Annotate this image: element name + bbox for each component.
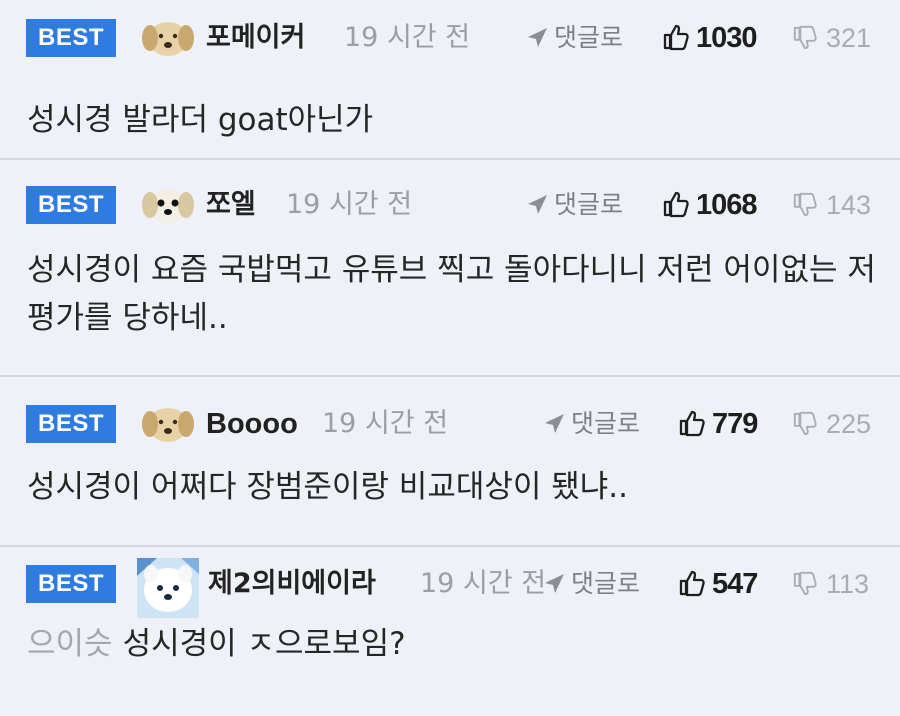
- reply-arrow-icon: [528, 28, 547, 47]
- best-badge: BEST: [26, 565, 116, 603]
- dislike-count: 143: [826, 190, 872, 220]
- thumbs-up-icon: [663, 191, 689, 218]
- comment-list: BEST 포메이커 19 시간 전 댓글로 1030 321 성시경 발라더 g…: [0, 0, 900, 716]
- thumbs-down-icon: [793, 571, 817, 596]
- like-count: 547: [712, 568, 758, 600]
- nickname[interactable]: Boooo: [206, 404, 298, 444]
- comment-header: BEST Boooo 19 시간 전 댓글로 779 225: [0, 404, 900, 444]
- reply-label: 댓글로: [571, 569, 641, 598]
- comment-item: BEST Boooo 19 시간 전 댓글로 779 225 성시경이 어쩌다 …: [0, 377, 900, 547]
- reply-prefix: 으이슷: [27, 626, 113, 662]
- comment-item: BEST 쪼엘 19 시간 전 댓글로 1068 143 성시경이 요즘 국밥먹…: [0, 160, 900, 377]
- like-button[interactable]: 1030: [662, 18, 758, 58]
- thumbs-up-icon: [679, 410, 705, 437]
- comment-text: 으이슷 성시경이 ㅈ으로보임?: [27, 620, 880, 668]
- reply-button[interactable]: 댓글로: [526, 185, 623, 225]
- comment-header: BEST 제2의비에이라 19 시간 전 댓글로 547 113: [0, 558, 900, 618]
- nickname[interactable]: 제2의비에이라: [208, 564, 376, 604]
- dislike-count: 113: [826, 569, 870, 599]
- dislike-button[interactable]: 321: [792, 18, 871, 58]
- comment-header: BEST 쪼엘 19 시간 전 댓글로 1068 143: [0, 185, 900, 225]
- like-count: 1068: [696, 189, 758, 221]
- best-badge: BEST: [26, 405, 116, 443]
- best-badge: BEST: [26, 186, 116, 224]
- comment-text: 성시경이 요즘 국밥먹고 유튜브 찍고 돌아다니니 저런 어이없는 저평가를 당…: [27, 252, 876, 336]
- nickname[interactable]: 쪼엘: [206, 185, 256, 225]
- like-button[interactable]: 779: [678, 404, 758, 444]
- white-dog-avatar-icon[interactable]: [137, 558, 199, 618]
- thumbs-up-icon: [679, 570, 705, 597]
- comment-text: 성시경 발라더 goat아닌가: [27, 102, 374, 138]
- best-badge: BEST: [26, 19, 116, 57]
- reply-label: 댓글로: [554, 23, 624, 52]
- reply-arrow-icon: [528, 195, 547, 214]
- reply-button[interactable]: 댓글로: [526, 18, 623, 58]
- timestamp: 19 시간 전: [286, 189, 413, 220]
- comment-text: 성시경이 어쩌다 장범준이랑 비교대상이 됐냐..: [27, 469, 629, 505]
- reply-button[interactable]: 댓글로: [543, 564, 640, 604]
- reply-label: 댓글로: [554, 190, 624, 219]
- dislike-button[interactable]: 225: [792, 404, 871, 444]
- timestamp: 19 시간 전: [420, 568, 547, 599]
- reply-label: 댓글로: [571, 409, 641, 438]
- like-count: 1030: [696, 22, 758, 54]
- comment-header: BEST 포메이커 19 시간 전 댓글로 1030 321: [0, 18, 900, 58]
- thumbs-down-icon: [793, 192, 817, 217]
- reply-button[interactable]: 댓글로: [543, 404, 640, 444]
- dog-avatar-icon[interactable]: [140, 400, 196, 448]
- reply-arrow-icon: [545, 574, 564, 593]
- comment-body: 성시경이 ㅈ으로보임?: [122, 626, 406, 662]
- comment-item: BEST 포메이커 19 시간 전 댓글로 1030 321 성시경 발라더 g…: [0, 0, 900, 160]
- comment-item: BEST 제2의비에이라 19 시간 전 댓글로 547 113 으이슷 성시경…: [0, 547, 900, 716]
- thumbs-up-icon: [663, 24, 689, 51]
- dislike-button[interactable]: 113: [792, 564, 869, 604]
- dislike-count: 225: [826, 409, 872, 439]
- dislike-count: 321: [826, 23, 872, 53]
- thumbs-down-icon: [793, 411, 817, 436]
- thumbs-down-icon: [793, 25, 817, 50]
- like-button[interactable]: 1068: [662, 185, 758, 225]
- dislike-button[interactable]: 143: [792, 185, 871, 225]
- timestamp: 19 시간 전: [322, 408, 449, 439]
- like-button[interactable]: 547: [678, 564, 758, 604]
- timestamp: 19 시간 전: [344, 22, 471, 53]
- dog-avatar-icon[interactable]: [140, 181, 196, 229]
- like-count: 779: [712, 408, 758, 440]
- reply-arrow-icon: [545, 414, 564, 433]
- nickname[interactable]: 포메이커: [206, 18, 305, 58]
- dog-avatar-icon[interactable]: [140, 14, 196, 62]
